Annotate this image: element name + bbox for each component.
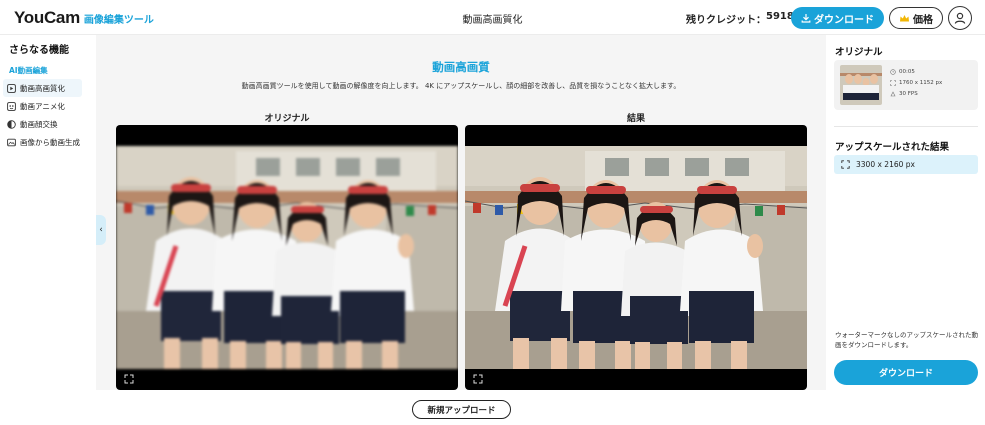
result-info-title: アップスケールされた結果 <box>835 142 950 153</box>
resolution-icon <box>890 80 896 86</box>
sidebar-item-face-swap[interactable]: 動画顔交換 <box>3 115 82 133</box>
header-download-button[interactable]: ダウンロード <box>791 7 884 29</box>
video-frame-image <box>116 146 458 369</box>
original-video-panel[interactable] <box>116 125 458 390</box>
sidebar-item-video-anime[interactable]: 動画アニメ化 <box>3 97 82 115</box>
fps-row: 30 FPS <box>890 91 918 97</box>
fps-icon <box>890 91 896 97</box>
clock-icon <box>890 69 896 75</box>
sidebar-title: さらなる機能 <box>9 45 69 56</box>
sidebar-section-label: AI動画編集 <box>9 66 48 75</box>
image-to-video-icon <box>7 138 16 147</box>
duration-row: 00:05 <box>890 69 915 75</box>
price-label: 価格 <box>913 14 933 26</box>
result-resolution-badge: 3300 x 2160 px <box>834 155 978 174</box>
download-note: ウォーターマークなしのアップスケールされた動画をダウンロードします。 <box>835 331 978 349</box>
divider <box>834 126 978 127</box>
result-label: 結果 <box>626 114 645 124</box>
face-swap-icon <box>7 119 16 129</box>
resolution-row: 1760 x 1152 px <box>890 80 942 86</box>
original-info-card: 00:05 1760 x 1152 px 30 FPS <box>834 60 978 110</box>
sidebar-item-label: 動画アニメ化 <box>20 101 65 111</box>
price-button[interactable]: 価格 <box>889 7 943 29</box>
download-button[interactable]: ダウンロード <box>834 360 978 385</box>
sidebar-item-video-enhance[interactable]: 動画高画質化 <box>3 79 82 97</box>
original-thumbnail <box>840 65 882 105</box>
user-avatar[interactable] <box>948 6 972 30</box>
original-info-title: オリジナル <box>835 47 883 58</box>
result-video-frame <box>465 146 807 369</box>
sidebar-item-label: 動画顔交換 <box>20 119 58 129</box>
sidebar-item-label: 画像から動画生成 <box>20 137 80 147</box>
duration-value: 00:05 <box>899 69 915 75</box>
logo-subtitle: 画像編集ツール <box>83 15 154 26</box>
original-video-frame <box>116 146 458 369</box>
user-icon <box>954 12 966 24</box>
logo-wordmark: YouCam <box>14 8 80 27</box>
tool-description: 動画高画質ツールを使用して動画の解像度を向上します。 4K にアップスケールし、… <box>241 82 681 90</box>
resolution-value: 1760 x 1152 px <box>899 80 943 86</box>
credits-counter: 残りクレジット： 59180 <box>686 11 801 26</box>
tool-title: 動画高画質 <box>432 60 490 74</box>
video-anime-icon <box>7 101 16 111</box>
result-video-panel[interactable] <box>465 125 807 390</box>
header-download-label: ダウンロード <box>814 14 874 26</box>
resolution-icon <box>841 160 850 169</box>
chevron-left-icon: ‹ <box>99 225 103 235</box>
credits-label: 残りクレジット： <box>686 15 766 26</box>
original-label: オリジナル <box>264 114 310 124</box>
left-sidebar: さらなる機能 AI動画編集 動画高画質化 動画アニメ化 動画顔交換 画像から動画… <box>0 35 96 390</box>
expand-icon[interactable] <box>473 374 483 384</box>
expand-icon[interactable] <box>124 374 134 384</box>
video-frame-image <box>465 146 807 369</box>
video-enhance-icon <box>7 83 16 93</box>
fps-value: 30 FPS <box>899 91 918 97</box>
download-icon <box>801 14 811 23</box>
sidebar-item-image-to-video[interactable]: 画像から動画生成 <box>3 133 82 151</box>
logo[interactable]: YouCam 画像編集ツール <box>14 8 154 28</box>
crown-icon <box>900 14 909 21</box>
result-resolution-value: 3300 x 2160 px <box>856 160 915 169</box>
new-upload-button[interactable]: 新規アップロード <box>412 400 511 419</box>
sidebar-item-label: 動画高画質化 <box>20 83 65 93</box>
collapse-sidebar-button[interactable]: ‹ <box>96 215 106 245</box>
